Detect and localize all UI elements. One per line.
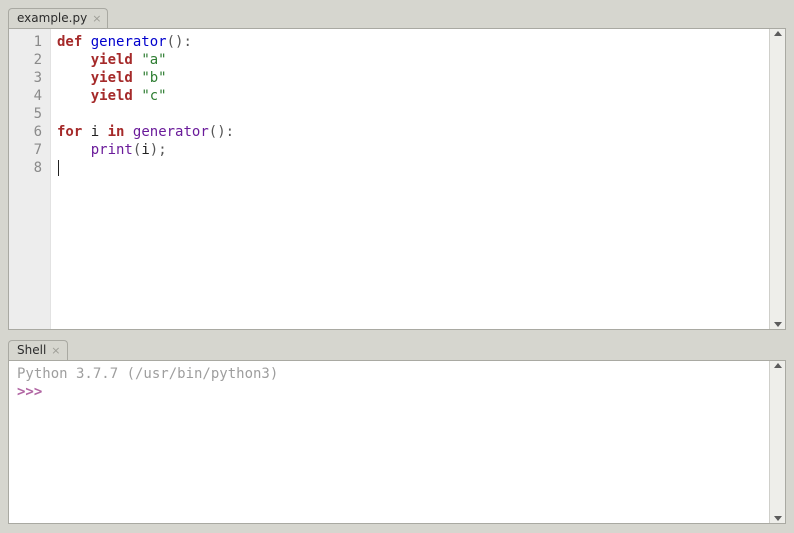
line-number: 8: [9, 159, 50, 177]
keyword-in: in: [108, 124, 125, 140]
shell-panel: Shell × Python 3.7.7 (/usr/bin/python3) …: [8, 338, 786, 524]
editor-tab-label: example.py: [17, 11, 87, 25]
keyword-def: def: [57, 34, 82, 50]
line-number: 7: [9, 141, 50, 159]
keyword-yield: yield: [91, 70, 133, 86]
shell-scrollbar[interactable]: [769, 361, 785, 523]
colon: :: [183, 34, 191, 50]
scroll-track[interactable]: [770, 36, 785, 322]
editor-tabbar: example.py ×: [8, 6, 786, 28]
shell-tab-label: Shell: [17, 343, 46, 357]
line-number: 4: [9, 87, 50, 105]
code-area[interactable]: def generator(): yield "a" yield "b" yie…: [51, 29, 769, 329]
close-icon[interactable]: ×: [92, 13, 101, 24]
colon: :: [226, 124, 234, 140]
line-number: 2: [9, 51, 50, 69]
line-number: 3: [9, 69, 50, 87]
paren: (: [209, 124, 217, 140]
scroll-down-icon[interactable]: [774, 322, 782, 327]
shell-banner: Python 3.7.7 (/usr/bin/python3): [17, 366, 278, 382]
function-call: generator: [133, 124, 209, 140]
paren: ): [150, 142, 158, 158]
string-literal: "c": [141, 88, 166, 104]
string-literal: "b": [141, 70, 166, 86]
scroll-down-icon[interactable]: [774, 516, 782, 521]
function-call: print: [91, 142, 133, 158]
editor-panel: example.py × 1 2 3 4 5 6 7 8 def generat…: [8, 6, 786, 330]
paren: ): [217, 124, 225, 140]
editor-scrollbar[interactable]: [769, 29, 785, 329]
line-number: 1: [9, 33, 50, 51]
keyword-yield: yield: [91, 52, 133, 68]
keyword-for: for: [57, 124, 82, 140]
editor-content: 1 2 3 4 5 6 7 8 def generator(): yield "…: [8, 28, 786, 330]
shell-tab[interactable]: Shell ×: [8, 340, 68, 360]
close-icon[interactable]: ×: [51, 345, 60, 356]
variable: i: [91, 124, 99, 140]
line-number: 5: [9, 105, 50, 123]
argument: i: [141, 142, 149, 158]
shell-area[interactable]: Python 3.7.7 (/usr/bin/python3) >>>: [9, 361, 769, 523]
shell-tabbar: Shell ×: [8, 338, 786, 360]
semicolon: ;: [158, 142, 166, 158]
editor-gutter: 1 2 3 4 5 6 7 8: [9, 29, 51, 329]
scroll-track[interactable]: [770, 368, 785, 516]
paren: (: [167, 34, 175, 50]
shell-content: Python 3.7.7 (/usr/bin/python3) >>>: [8, 360, 786, 524]
editor-tab[interactable]: example.py ×: [8, 8, 108, 28]
string-literal: "a": [141, 52, 166, 68]
keyword-yield: yield: [91, 88, 133, 104]
shell-prompt: >>>: [17, 384, 51, 400]
function-name: generator: [91, 34, 167, 50]
text-cursor: [58, 160, 59, 176]
line-number: 6: [9, 123, 50, 141]
